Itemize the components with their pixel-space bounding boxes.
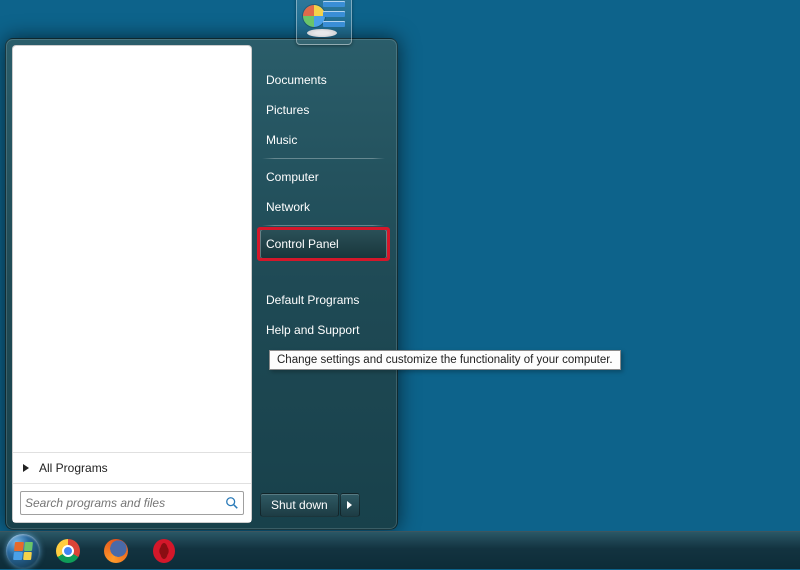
control-panel-large-icon (296, 0, 352, 45)
menu-item-control-panel[interactable]: Control Panel (260, 229, 387, 259)
menu-item-label: Music (266, 133, 297, 147)
menu-item-pictures[interactable]: Pictures (260, 95, 387, 125)
menu-separator (262, 158, 385, 159)
all-programs-label: All Programs (39, 461, 108, 475)
search-icon (225, 496, 239, 510)
shutdown-button[interactable]: Shut down (260, 493, 339, 517)
all-programs-button[interactable]: All Programs (13, 452, 251, 483)
menu-separator (262, 225, 385, 226)
start-menu-left-panel: All Programs (12, 45, 252, 523)
menu-item-label: Control Panel (266, 237, 339, 251)
menu-item-computer[interactable]: Computer (260, 162, 387, 192)
menu-item-label: Network (266, 200, 310, 214)
search-box[interactable] (20, 491, 244, 515)
search-input[interactable] (25, 496, 225, 510)
shutdown-options-button[interactable] (340, 493, 360, 517)
chrome-icon (56, 539, 80, 563)
windows-logo-icon (13, 542, 33, 560)
start-menu: All Programs (5, 38, 398, 530)
taskbar-pinned-chrome[interactable] (46, 535, 90, 567)
menu-item-network[interactable]: Network (260, 192, 387, 222)
menu-item-label: Computer (266, 170, 319, 184)
menu-item-label: Default Programs (266, 293, 359, 307)
start-button[interactable] (4, 532, 42, 570)
taskbar (0, 531, 800, 569)
opera-icon (153, 539, 175, 563)
programs-list-area (13, 46, 251, 452)
start-menu-right-panel: Documents Pictures Music Computer Networ… (252, 45, 391, 523)
shutdown-row: Shut down (260, 493, 387, 517)
tooltip: Change settings and customize the functi… (269, 350, 621, 370)
triangle-right-icon (23, 464, 29, 472)
tooltip-text: Change settings and customize the functi… (277, 354, 613, 366)
menu-item-label: Help and Support (266, 323, 359, 337)
menu-item-help-and-support[interactable]: Help and Support (260, 315, 387, 345)
profile-icon-area (260, 0, 387, 59)
menu-item-label: Pictures (266, 103, 309, 117)
menu-item-default-programs[interactable]: Default Programs (260, 285, 387, 315)
taskbar-pinned-firefox[interactable] (94, 535, 138, 567)
shutdown-label: Shut down (271, 498, 328, 512)
firefox-icon (104, 539, 128, 563)
taskbar-pinned-opera[interactable] (142, 535, 186, 567)
tooltip-spacer (260, 259, 387, 285)
menu-item-music[interactable]: Music (260, 125, 387, 155)
menu-item-documents[interactable]: Documents (260, 65, 387, 95)
menu-item-label: Documents (266, 73, 327, 87)
triangle-right-icon (347, 501, 352, 509)
right-menu-items: Documents Pictures Music Computer Networ… (260, 65, 387, 493)
search-row (13, 483, 251, 522)
